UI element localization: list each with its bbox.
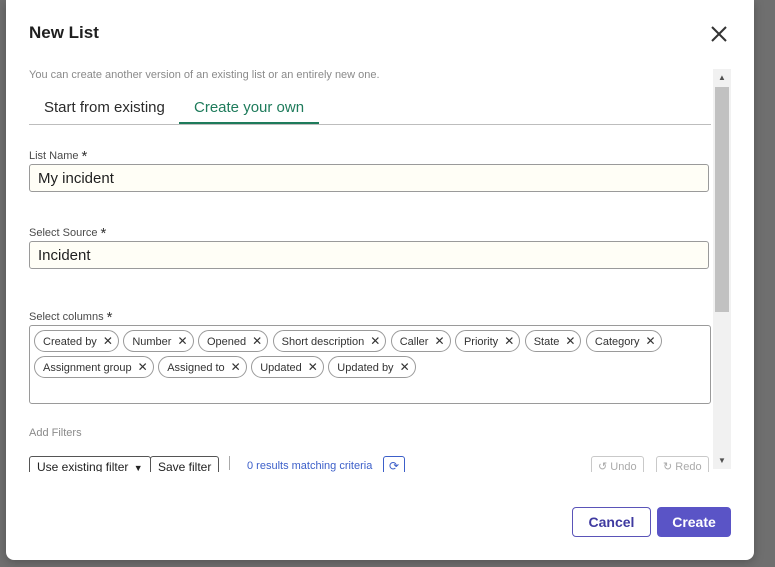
remove-chip-icon[interactable]: ✕ (177, 334, 187, 348)
column-chip: Opened ✕ (197, 330, 269, 352)
chip-label: Priority (463, 336, 499, 348)
chip-label: State (533, 336, 560, 348)
column-chip: Caller ✕ (390, 330, 451, 352)
scroll-up-arrow-icon[interactable]: ▲ (713, 69, 731, 86)
remove-chip-icon[interactable]: ✕ (646, 334, 656, 348)
chip-label: Assigned to (167, 362, 225, 374)
required-marker: * (106, 309, 113, 326)
scrollbar-thumb[interactable] (715, 87, 729, 312)
tab-bar: Start from existing Create your own (29, 90, 711, 125)
create-button[interactable]: Create (657, 507, 731, 537)
select-source-label: Select Source * (29, 223, 107, 242)
undo-icon: ↺ (598, 461, 608, 472)
remove-chip-icon[interactable]: ✕ (434, 334, 444, 348)
column-chip: Assigned to ✕ (158, 356, 247, 378)
redo-label: Redo (675, 461, 702, 472)
divider (229, 456, 230, 470)
dialog-title: New List (29, 23, 99, 42)
scroll-down-arrow-icon[interactable]: ▼ (713, 452, 731, 469)
add-filters-label: Add Filters (29, 427, 82, 439)
column-chip: Priority ✕ (454, 330, 521, 352)
required-marker: * (100, 225, 107, 242)
tab-start-from-existing[interactable]: Start from existing (44, 90, 165, 123)
chip-label: Category (594, 336, 640, 348)
column-chip: Short description ✕ (272, 330, 387, 352)
undo-button[interactable]: ↺ Undo (591, 456, 644, 472)
remove-chip-icon[interactable]: ✕ (400, 360, 410, 374)
list-name-label: List Name * (29, 146, 88, 165)
chip-label: Short description (281, 336, 365, 348)
chip-label: Assignment group (43, 362, 132, 374)
close-icon[interactable] (709, 24, 729, 44)
column-chip: Updated by ✕ (328, 356, 416, 378)
vertical-scrollbar[interactable]: ▲ ▼ (713, 69, 731, 469)
select-source-input[interactable]: Incident (29, 241, 709, 269)
columns-selector[interactable]: Created by ✕ Number ✕ Opened ✕ Short descri… (29, 325, 711, 404)
caret-down-icon: ▼ (133, 463, 143, 472)
column-chip: Updated ✕ (251, 356, 324, 378)
use-existing-filter-label: Use existing filter (37, 460, 129, 472)
save-filter-button[interactable]: Save filter (150, 456, 220, 472)
new-list-dialog: New List You can create another version … (6, 0, 754, 560)
chip-label: Updated by (337, 362, 394, 374)
list-name-input[interactable]: My incident (29, 164, 709, 192)
column-chip: Category ✕ (585, 330, 662, 352)
remove-chip-icon[interactable]: ✕ (103, 334, 113, 348)
chip-label: Caller (399, 336, 429, 348)
remove-chip-icon[interactable]: ✕ (504, 334, 514, 348)
column-chip: State ✕ (524, 330, 582, 352)
dialog-body: You can create another version of an exi… (6, 64, 754, 472)
column-chip: Number ✕ (123, 330, 194, 352)
chip-label: Number (132, 336, 172, 348)
remove-chip-icon[interactable]: ✕ (308, 360, 318, 374)
select-columns-label-text: Select columns (29, 311, 104, 323)
remove-chip-icon[interactable]: ✕ (370, 334, 380, 348)
remove-chip-icon[interactable]: ✕ (231, 360, 241, 374)
remove-chip-icon[interactable]: ✕ (565, 334, 575, 348)
column-chip-list: Created by ✕ Number ✕ Opened ✕ Short descri… (34, 330, 706, 382)
dialog-hint: You can create another version of an exi… (29, 69, 380, 81)
select-source-label-text: Select Source (29, 227, 98, 239)
remove-chip-icon[interactable]: ✕ (138, 360, 148, 374)
undo-label: Undo (610, 461, 637, 472)
refresh-icon[interactable]: ⟳ (383, 456, 405, 472)
remove-chip-icon[interactable]: ✕ (252, 334, 262, 348)
list-name-label-text: List Name (29, 150, 79, 162)
select-columns-label: Select columns * (29, 307, 113, 326)
chip-label: Opened (206, 336, 247, 348)
column-chip: Assignment group ✕ (34, 356, 154, 378)
required-marker: * (81, 148, 88, 165)
redo-button[interactable]: ↻ Redo (656, 456, 709, 472)
cancel-button[interactable]: Cancel (572, 507, 651, 537)
tab-create-your-own[interactable]: Create your own (179, 90, 320, 124)
results-count-link[interactable]: 0 results matching criteria (247, 460, 372, 472)
chip-label: Created by (43, 336, 97, 348)
redo-icon: ↻ (663, 461, 673, 472)
chip-label: Updated (260, 362, 302, 374)
column-chip: Created by ✕ (34, 330, 119, 352)
use-existing-filter-button[interactable]: Use existing filter ▼ (29, 456, 151, 472)
